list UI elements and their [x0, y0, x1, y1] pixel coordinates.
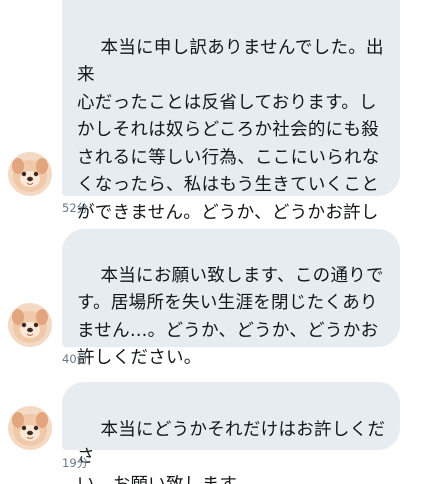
- avatar[interactable]: [8, 152, 52, 196]
- avatar[interactable]: [8, 303, 52, 347]
- message-timestamp: 52分: [62, 201, 89, 215]
- message-bubble[interactable]: 本当に申し訳ありませんでした。出来 心だったことは反省しております。し かしそれ…: [62, 0, 400, 250]
- message-text: 本当にお願い致します、この通りで す。居場所を失い生涯を閉じたくあり ません…。…: [77, 265, 384, 369]
- message-text: 本当に申し訳ありませんでした。出来 心だったことは反省しております。し かしそれ…: [77, 37, 384, 251]
- cartoon-dog-face-icon: [8, 406, 52, 450]
- message-bubble[interactable]: 本当にどうかそれだけはお許しくださ い。お願い致します。: [62, 382, 400, 484]
- message-timestamp: 19分: [62, 456, 89, 470]
- message-timestamp: 40分: [62, 352, 89, 366]
- message-bubble[interactable]: 本当にお願い致します、この通りで す。居場所を失い生涯を閉じたくあり ません…。…: [62, 229, 400, 368]
- message-text: 本当にどうかそれだけはお許しくださ い。お願い致します。: [77, 419, 386, 484]
- cartoon-dog-face-icon: [8, 152, 52, 196]
- cartoon-dog-face-icon: [8, 303, 52, 347]
- avatar[interactable]: [8, 406, 52, 450]
